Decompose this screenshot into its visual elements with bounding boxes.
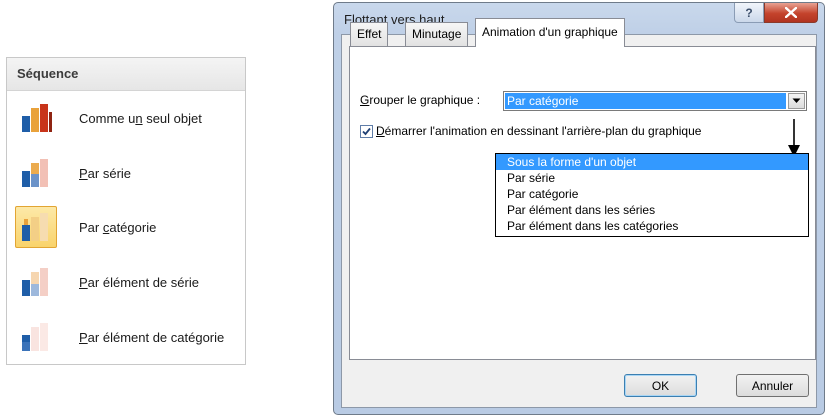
sequence-item-label: Comme un seul objet (79, 110, 202, 126)
tab-animation-graphique[interactable]: Animation d'un graphique (475, 18, 625, 47)
close-icon (785, 7, 797, 18)
dropdown-option[interactable]: Par série (496, 170, 808, 186)
sequence-item-by-series[interactable]: Par série (15, 150, 241, 196)
tab-label: Minutage (412, 27, 462, 41)
sequence-item-label: Par catégorie (79, 219, 157, 235)
tab-minutage[interactable]: Minutage (405, 22, 469, 46)
group-chart-value: Par catégorie (505, 93, 786, 109)
dropdown-option[interactable]: Sous la forme d'un objet (496, 154, 808, 170)
chart-single-object-icon (15, 97, 57, 139)
group-chart-options-list[interactable]: Sous la forme d'un objet Par série Par c… (495, 153, 809, 237)
help-icon: ? (745, 5, 753, 20)
tab-effet[interactable]: Effet (350, 22, 389, 46)
dropdown-button[interactable] (788, 93, 805, 109)
sequence-item-label: Par élément de série (79, 274, 199, 290)
sequence-panel: Séquence Comme un seul objet Par série P… (6, 57, 246, 365)
sequence-panel-title: Séquence (7, 58, 245, 91)
group-chart-select[interactable]: Par catégorie (503, 91, 807, 111)
close-button[interactable] (764, 3, 818, 23)
background-animation-checkbox[interactable] (360, 124, 373, 138)
chart-by-series-element-icon (15, 261, 57, 303)
cancel-button[interactable]: Annuler (736, 374, 809, 397)
chart-by-category-icon (15, 206, 57, 248)
sequence-item-by-series-element[interactable]: Par élément de série (15, 259, 241, 305)
dropdown-option[interactable]: Par élément dans les séries (496, 202, 808, 218)
help-button[interactable]: ? (734, 3, 764, 23)
tab-label: Effet (357, 27, 382, 41)
group-chart-label: Grouper le graphique : (360, 93, 481, 107)
sequence-item-single-object[interactable]: Comme un seul objet (15, 95, 241, 141)
background-animation-option[interactable]: Démarrer l'animation en dessinant l'arri… (360, 124, 701, 138)
sequence-item-by-category-element[interactable]: Par élément de catégorie (15, 314, 241, 360)
sequence-item-label: Par élément de catégorie (79, 329, 225, 345)
dropdown-option[interactable]: Par élément dans les catégories (496, 218, 808, 234)
chart-by-series-icon (15, 152, 57, 194)
chevron-down-icon (792, 98, 801, 103)
dropdown-option[interactable]: Par catégorie (496, 186, 808, 202)
background-animation-label: Démarrer l'animation en dessinant l'arri… (376, 124, 702, 138)
tab-panel: Grouper le graphique : Par catégorie Dém… (349, 46, 816, 360)
chart-by-category-element-icon (15, 316, 57, 358)
checkmark-icon (362, 127, 371, 135)
sequence-item-by-category[interactable]: Par catégorie (15, 204, 241, 250)
ok-button[interactable]: OK (624, 374, 697, 397)
sequence-item-label: Par série (79, 165, 132, 181)
tab-label: Animation d'un graphique (482, 25, 618, 39)
